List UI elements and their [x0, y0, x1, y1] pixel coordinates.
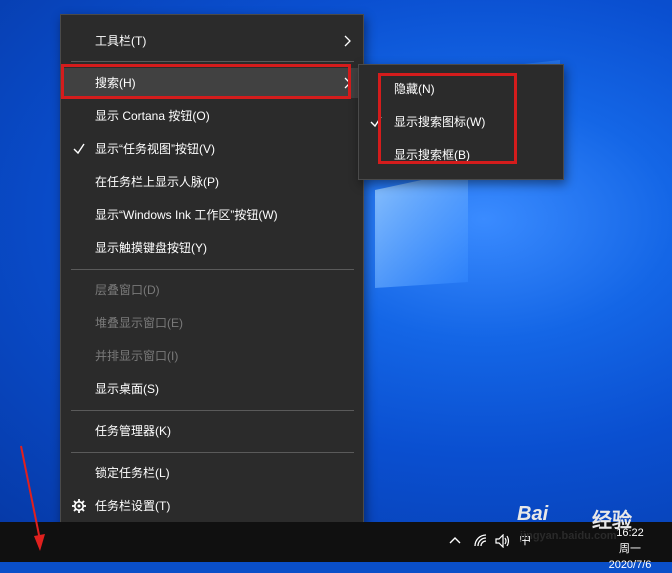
menu-separator — [71, 269, 354, 270]
watermark-cn: 经验 — [592, 510, 632, 532]
menu-item-toolbars[interactable]: 工具栏(T) — [62, 26, 362, 56]
menu-item-cascade-windows[interactable]: 层叠窗口(D) — [62, 275, 362, 305]
menu-item-label: 显示“Windows Ink 工作区”按钮(W) — [95, 208, 278, 222]
menu-separator — [71, 61, 354, 62]
menu-item-label: 显示 Cortana 按钮(O) — [95, 109, 210, 123]
submenu-item-show-search-icon[interactable]: 显示搜索图标(W) — [360, 107, 562, 137]
menu-item-label: 任务管理器(K) — [95, 424, 171, 438]
menu-item-show-touch-keyboard[interactable]: 显示触摸键盘按钮(Y) — [62, 233, 362, 263]
menu-item-search[interactable]: 搜索(H) — [62, 68, 362, 98]
menu-item-label: 显示触摸键盘按钮(Y) — [95, 241, 207, 255]
chevron-right-icon — [344, 35, 351, 47]
menu-item-label: 搜索(H) — [95, 76, 136, 90]
clock-date: 周一2020/7/6 — [608, 543, 652, 571]
menu-separator — [71, 410, 354, 411]
menu-item-label: 锁定任务栏(L) — [95, 466, 170, 480]
menu-item-label: 显示桌面(S) — [95, 382, 159, 396]
menu-item-label: 显示“任务视图”按钮(V) — [95, 142, 215, 156]
submenu-item-label: 显示搜索图标(W) — [394, 115, 486, 129]
menu-item-side-by-side-windows[interactable]: 并排显示窗口(I) — [62, 341, 362, 371]
menu-item-show-cortana[interactable]: 显示 Cortana 按钮(O) — [62, 101, 362, 131]
menu-separator — [71, 452, 354, 453]
gear-icon — [72, 499, 86, 513]
submenu-item-label: 显示搜索框(B) — [394, 148, 470, 162]
menu-item-task-manager[interactable]: 任务管理器(K) — [62, 416, 362, 446]
search-submenu: 隐藏(N) 显示搜索图标(W) 显示搜索框(B) — [358, 64, 564, 180]
taskbar-context-menu: 工具栏(T) 搜索(H) 显示 Cortana 按钮(O) 显示“任务视图”按钮… — [60, 14, 364, 532]
menu-item-label: 任务栏设置(T) — [95, 499, 171, 513]
watermark-logo: Bai — [517, 503, 549, 525]
menu-item-lock-taskbar[interactable]: 锁定任务栏(L) — [62, 458, 362, 488]
menu-item-label: 层叠窗口(D) — [95, 283, 160, 297]
taskbar[interactable] — [0, 522, 672, 562]
submenu-item-show-search-box[interactable]: 显示搜索框(B) — [360, 140, 562, 170]
checkmark-icon — [73, 143, 85, 155]
menu-item-stacked-windows[interactable]: 堆叠显示窗口(E) — [62, 308, 362, 338]
menu-item-label: 堆叠显示窗口(E) — [95, 316, 183, 330]
submenu-item-label: 隐藏(N) — [394, 82, 435, 96]
menu-item-label: 工具栏(T) — [95, 34, 147, 48]
watermark-site: jingyan.baidu.com — [520, 530, 617, 542]
checkmark-icon — [370, 116, 382, 128]
chevron-up-icon[interactable] — [448, 534, 462, 548]
chevron-right-icon — [344, 77, 351, 89]
volume-icon[interactable] — [495, 534, 511, 548]
menu-item-show-task-view[interactable]: 显示“任务视图”按钮(V) — [62, 134, 362, 164]
menu-item-taskbar-settings[interactable]: 任务栏设置(T) — [62, 491, 362, 521]
menu-item-show-desktop[interactable]: 显示桌面(S) — [62, 374, 362, 404]
menu-item-label: 在任务栏上显示人脉(P) — [95, 175, 219, 189]
menu-item-show-windows-ink[interactable]: 显示“Windows Ink 工作区”按钮(W) — [62, 200, 362, 230]
wifi-icon[interactable] — [473, 534, 489, 548]
menu-item-label: 并排显示窗口(I) — [95, 349, 179, 363]
menu-item-show-people[interactable]: 在任务栏上显示人脉(P) — [62, 167, 362, 197]
submenu-item-hidden[interactable]: 隐藏(N) — [360, 74, 562, 104]
